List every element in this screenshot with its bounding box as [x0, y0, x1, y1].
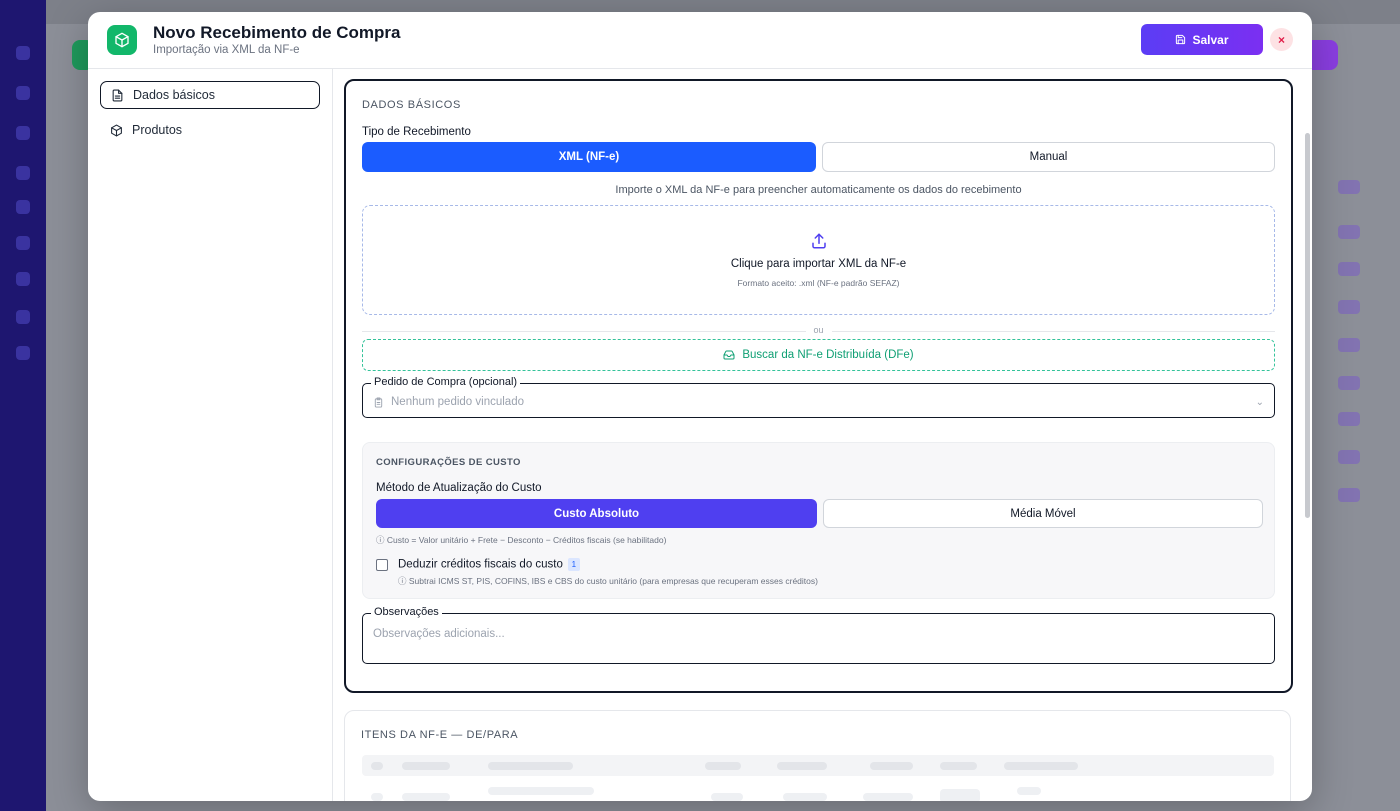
- metodo-custo-label: Método de Atualização do Custo: [376, 482, 542, 494]
- nav-item-label: Dados básicos: [133, 88, 215, 102]
- background-nav-icon: [16, 46, 30, 60]
- chevron-down-icon: ⌄: [1255, 397, 1264, 408]
- save-button[interactable]: Salvar: [1141, 24, 1263, 55]
- package-badge-icon: [107, 25, 137, 55]
- background-nav-icon: [16, 346, 30, 360]
- nav-item-dados-basicos[interactable]: Dados básicos: [100, 81, 320, 109]
- pedido-compra-text: Nenhum pedido vinculado: [391, 396, 524, 408]
- document-icon: [112, 89, 123, 101]
- itens-nfe-card: ITENS DA NF-E — DE/PARA: [344, 710, 1291, 801]
- custo-formula-note: ⓘ Custo = Valor unitário + Frete − Desco…: [376, 535, 667, 545]
- background-sidebar: [0, 0, 46, 811]
- divider-text: ou: [805, 325, 832, 335]
- dados-basicos-card: DADOS BÁSICOS Tipo de Recebimento XML (N…: [344, 79, 1293, 693]
- deduzir-creditos-text: Deduzir créditos fiscais do custo: [398, 558, 563, 571]
- skeleton-cell: [1004, 762, 1078, 770]
- nav-item-label: Produtos: [132, 123, 183, 137]
- background-nav-icon: [16, 200, 30, 214]
- import-hint: Importe o XML da NF-e para preencher aut…: [615, 184, 1022, 196]
- background-nav-icon: [16, 86, 30, 100]
- skeleton-cell: [863, 793, 913, 801]
- custo-config-panel: CONFIGURAÇÕES DE CUSTO Método de Atualiz…: [362, 442, 1275, 599]
- tipo-recebimento-label: Tipo de Recebimento: [362, 126, 471, 138]
- upload-icon: [811, 233, 826, 249]
- background-nav-icon: [16, 272, 30, 286]
- background-row-action: [1338, 180, 1360, 194]
- section-nav: Dados básicos Produtos: [88, 69, 333, 801]
- pedido-compra-value: Nenhum pedido vinculado: [373, 396, 524, 408]
- modal-title: Novo Recebimento de Compra: [153, 23, 401, 42]
- skeleton-cell: [402, 793, 450, 801]
- skeleton-cell: [940, 789, 980, 801]
- skeleton-cell: [371, 793, 383, 801]
- itens-section-title: ITENS DA NF-E — DE/PARA: [361, 729, 519, 741]
- save-button-label: Salvar: [1192, 32, 1229, 47]
- skeleton-cell: [711, 793, 743, 801]
- inbox-icon: [723, 350, 735, 360]
- pedido-compra-select[interactable]: Pedido de Compra (opcional) Nenhum pedid…: [362, 376, 1275, 418]
- skeleton-cell: [402, 762, 450, 770]
- buscar-dfe-label: Buscar da NF-e Distribuída (DFe): [742, 349, 914, 361]
- deduzir-creditos-label[interactable]: Deduzir créditos fiscais do custo 1: [398, 558, 580, 571]
- nav-item-produtos[interactable]: Produtos: [100, 116, 320, 144]
- custo-config-title: CONFIGURAÇÕES DE CUSTO: [376, 457, 521, 468]
- deduzir-creditos-hint: ⓘ Subtrai ICMS ST, PIS, COFINS, IBS e CB…: [398, 576, 818, 586]
- dropzone-title: Clique para importar XML da NF-e: [730, 258, 907, 270]
- package-icon: [111, 124, 122, 136]
- skeleton-cell: [488, 787, 594, 795]
- observacoes-legend: Observações: [371, 606, 442, 618]
- tipo-manual-option[interactable]: Manual: [822, 142, 1275, 172]
- clipboard-icon: [374, 396, 383, 408]
- observacoes-field[interactable]: Observações Observações adicionais...: [362, 606, 1275, 664]
- observacoes-placeholder: Observações adicionais...: [373, 628, 505, 640]
- custo-absoluto-option[interactable]: Custo Absoluto: [376, 499, 817, 528]
- background-nav-icon: [16, 310, 30, 324]
- media-movel-option[interactable]: Média Móvel: [823, 499, 1263, 528]
- deduzir-creditos-checkbox[interactable]: [376, 559, 388, 571]
- modal-subtitle: Importação via XML da NF-e: [153, 44, 300, 56]
- receipt-modal: Novo Recebimento de Compra Importação vi…: [88, 12, 1312, 801]
- save-icon: [1176, 34, 1186, 45]
- skeleton-cell: [371, 762, 383, 770]
- background-row-action: [1338, 488, 1360, 502]
- skeleton-cell: [870, 762, 913, 770]
- form-content: DADOS BÁSICOS Tipo de Recebimento XML (N…: [333, 69, 1312, 801]
- xml-dropzone[interactable]: Clique para importar XML da NF-e Formato…: [362, 205, 1275, 315]
- close-button[interactable]: ×: [1270, 28, 1293, 51]
- skeleton-cell: [488, 762, 573, 770]
- skeleton-cell: [783, 793, 827, 801]
- count-badge: 1: [567, 558, 580, 571]
- modal-header: Novo Recebimento de Compra Importação vi…: [88, 12, 1312, 69]
- background-row-action: [1338, 376, 1360, 390]
- section-title: DADOS BÁSICOS: [362, 99, 461, 111]
- background-nav-icon: [16, 166, 30, 180]
- scrollbar[interactable]: [1305, 133, 1310, 518]
- tipo-xml-option[interactable]: XML (NF-e): [362, 142, 816, 172]
- background-row-action: [1338, 450, 1360, 464]
- buscar-dfe-button[interactable]: Buscar da NF-e Distribuída (DFe): [362, 339, 1275, 371]
- skeleton-cell: [940, 762, 977, 770]
- background-nav-icon: [16, 236, 30, 250]
- dropzone-subtitle: Formato aceito: .xml (NF-e padrão SEFAZ): [737, 278, 900, 288]
- skeleton-cell: [777, 762, 827, 770]
- background-row-action: [1338, 225, 1360, 239]
- background-row-action: [1338, 338, 1360, 352]
- pedido-compra-legend: Pedido de Compra (opcional): [371, 376, 521, 388]
- skeleton-cell: [705, 762, 741, 770]
- background-row-action: [1338, 262, 1360, 276]
- background-row-action: [1338, 300, 1360, 314]
- or-divider: ou: [362, 325, 1275, 337]
- background-nav-icon: [16, 126, 30, 140]
- skeleton-cell: [1017, 787, 1041, 795]
- background-row-action: [1338, 412, 1360, 426]
